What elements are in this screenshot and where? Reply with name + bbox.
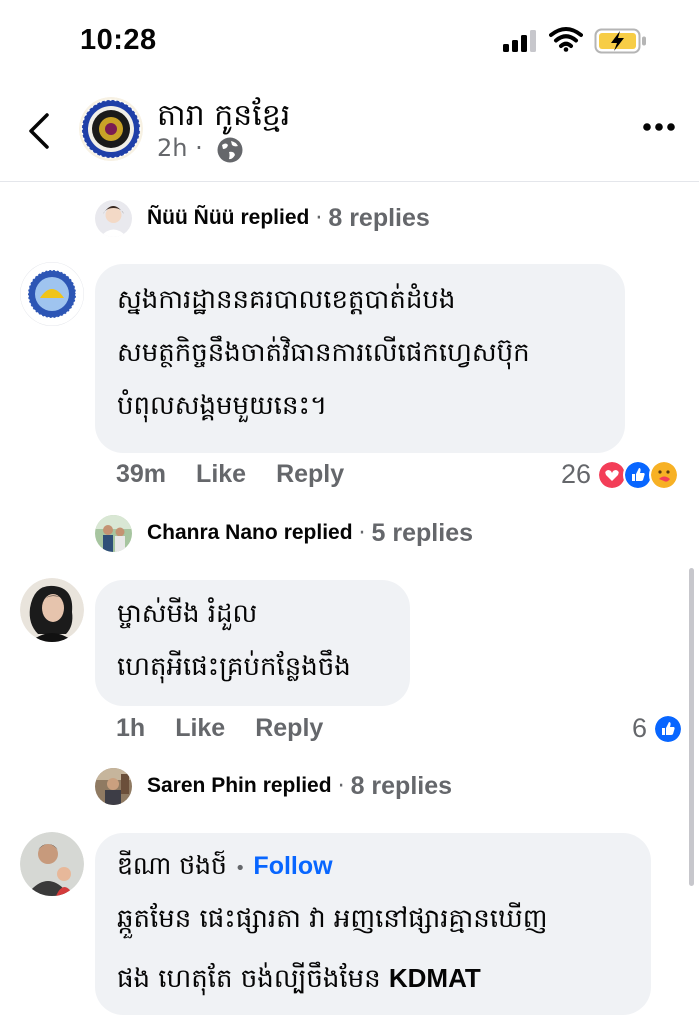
post-meta: 2h · xyxy=(157,134,203,162)
reply-count[interactable]: 5 replies xyxy=(372,519,473,548)
comment-text-line: ហេតុអីផេះគ្រប់កន្លែងចឹង xyxy=(117,652,351,682)
follow-dot: • xyxy=(234,858,246,879)
reaction-count: 26 xyxy=(561,459,592,489)
replied-label: replied xyxy=(240,206,310,229)
avatar[interactable] xyxy=(20,578,84,642)
reply-count[interactable]: 8 replies xyxy=(351,772,452,801)
reply-author[interactable]: Ñüü Ñüü xyxy=(147,206,234,230)
reply-author[interactable]: Chanra Nano xyxy=(147,521,278,545)
like-button[interactable]: Like xyxy=(175,714,225,743)
comment-text-line: ឆ្កួតមែន ផេះផ្សារតា វា អញនៅផ្សារគ្មានឃើញ xyxy=(117,904,548,934)
avatar[interactable] xyxy=(20,262,84,326)
comment-text-bold: KDMAT xyxy=(388,963,481,993)
comment-text-line: សមត្ថកិច្ចនឹងចាត់វិធានការលើផេកហ្វេសប៊ុក xyxy=(117,338,530,368)
comment-text-line: ម្ចាស់មីង រំដួល xyxy=(117,599,258,629)
comment-text-line: ផង ហេតុតែ ចង់ល្បីចឹងមែន KDMAT xyxy=(117,952,481,1006)
comment-text-fragment: ផង ហេតុតែ ចង់ល្បីចឹងមែន xyxy=(117,964,389,994)
more-horizontal-icon[interactable] xyxy=(642,122,676,132)
cellular-signal-icon xyxy=(503,30,536,52)
comment-time: 1h xyxy=(116,714,146,742)
meta-dot: · xyxy=(195,134,203,162)
post-time: 2h xyxy=(157,134,188,162)
clock: 10:28 xyxy=(80,24,157,56)
view-replies-link[interactable]: Saren Phin replied · 8 replies xyxy=(95,766,452,806)
reaction-summary[interactable]: 6 xyxy=(632,713,684,744)
like-reaction-icon xyxy=(653,713,684,744)
post-header: តារា កូនខ្មែរ 2h · xyxy=(0,84,699,182)
view-replies-link[interactable]: Chanra Nano replied · 5 replies xyxy=(95,513,473,553)
scrollbar[interactable] xyxy=(689,568,694,886)
replied-label: replied xyxy=(283,521,353,544)
like-button[interactable]: Like xyxy=(196,460,246,489)
avatar[interactable] xyxy=(20,832,84,896)
avatar xyxy=(95,199,132,237)
comment-time: 39m xyxy=(116,460,167,488)
separator-dot: · xyxy=(337,773,345,799)
reply-button[interactable]: Reply xyxy=(276,460,344,489)
reply-count[interactable]: 8 replies xyxy=(328,204,429,233)
view-replies-link[interactable]: Ñüü Ñüü replied · 8 replies xyxy=(95,198,430,238)
globe-icon xyxy=(217,137,243,163)
reaction-count: 6 xyxy=(632,713,648,743)
comment-header: ឌីណា ថងថ៍ • Follow xyxy=(117,839,333,895)
comment-actions: 39m Like Reply xyxy=(116,460,374,489)
separator-dot: · xyxy=(315,205,323,231)
status-bar: 10:28 xyxy=(0,0,699,84)
comment-text-line: ស្នងការដ្ឋាននគរបាលខេត្តបាត់ដំបង xyxy=(117,285,456,315)
comment-author[interactable]: ឌីណា ថងថ៍ xyxy=(117,851,227,880)
reply-author[interactable]: Saren Phin xyxy=(147,774,257,798)
avatar xyxy=(95,767,132,805)
reaction-summary[interactable]: 26 xyxy=(561,459,680,490)
wifi-icon xyxy=(549,27,583,52)
comment-actions: 1h Like Reply xyxy=(116,714,353,743)
care-reaction-icon xyxy=(649,459,680,490)
comment-text-line: បំពុលសង្គមមួយនេះ។ xyxy=(117,391,328,421)
follow-button[interactable]: Follow xyxy=(253,852,332,880)
page-avatar[interactable] xyxy=(79,97,143,161)
separator-dot: · xyxy=(358,520,366,546)
chevron-left-icon[interactable] xyxy=(25,111,53,151)
reply-button[interactable]: Reply xyxy=(255,714,323,743)
battery-charging-icon xyxy=(594,28,646,54)
replied-label: replied xyxy=(262,774,332,797)
avatar xyxy=(95,514,132,552)
